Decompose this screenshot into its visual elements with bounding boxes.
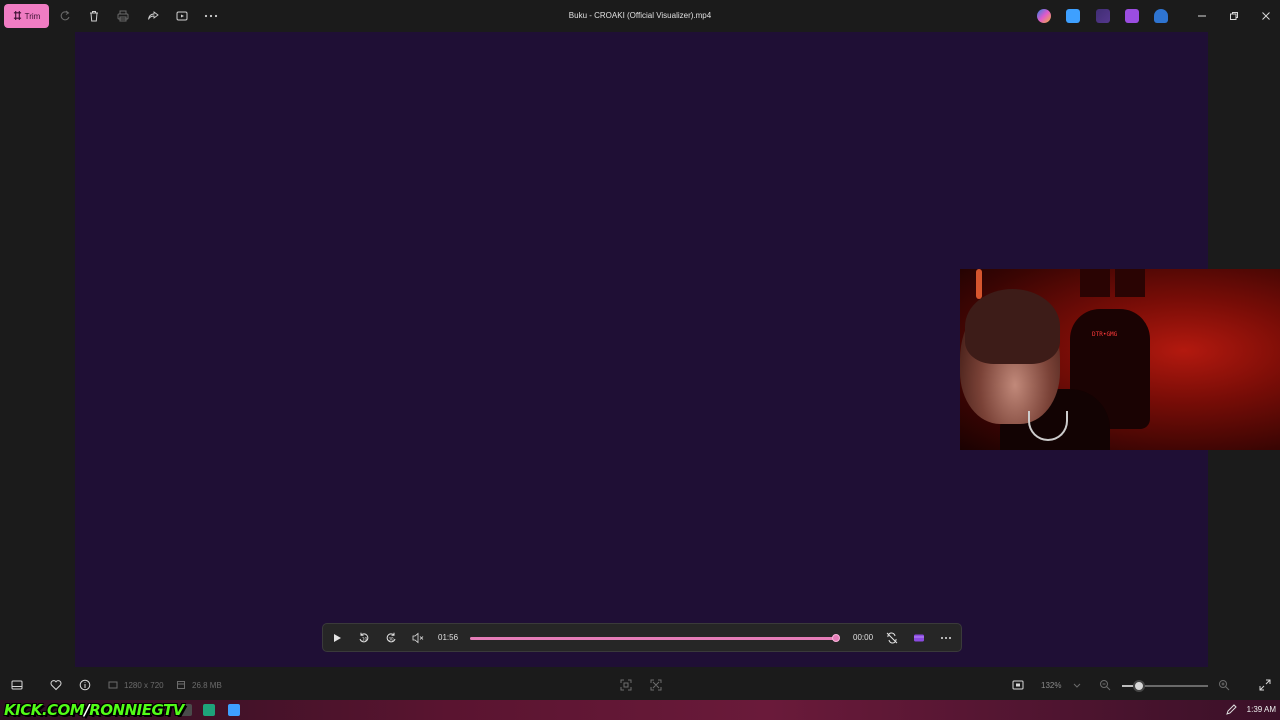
file-size: 26.8 MB (192, 681, 222, 690)
repeat-icon[interactable] (884, 630, 900, 646)
wall-poster (1115, 269, 1145, 297)
remaining-time: 00:00 (853, 633, 874, 642)
share-icon[interactable] (145, 8, 161, 24)
restore-icon[interactable] (1222, 6, 1246, 26)
taskbar-app-icon[interactable] (203, 704, 215, 716)
delete-icon[interactable] (86, 8, 102, 24)
expand-icon[interactable] (649, 678, 663, 692)
player-more-icon[interactable] (938, 630, 954, 646)
onedrive-icon[interactable] (1154, 9, 1168, 23)
favorite-icon[interactable] (49, 678, 63, 692)
zoom-slider-thumb[interactable] (1133, 680, 1146, 692)
fit-icon[interactable] (619, 678, 633, 692)
info-icon[interactable] (78, 678, 92, 692)
svg-text:10: 10 (362, 637, 368, 642)
image-dimensions: 1280 x 720 (124, 681, 164, 690)
photos-icon[interactable] (1066, 9, 1080, 23)
clipchamp-icon[interactable] (1096, 9, 1110, 23)
seek-thumb[interactable] (832, 634, 840, 642)
zoom-level[interactable]: 132% (1041, 681, 1061, 690)
close-icon[interactable] (1254, 6, 1278, 26)
taskbar-photos-icon[interactable] (228, 704, 240, 716)
copilot-icon[interactable] (1037, 9, 1051, 23)
more-icon[interactable] (203, 8, 219, 24)
status-bar: 1280 x 720 26.8 MB 132% (0, 673, 1280, 699)
chevron-down-icon[interactable] (1070, 678, 1084, 692)
webcam-overlay: DTR•GMG (960, 269, 1280, 450)
video-editor-icon[interactable] (1125, 9, 1139, 23)
mute-icon[interactable] (410, 630, 426, 646)
player-controls: 10 30 01:56 00:00 (322, 623, 962, 652)
trim-label: Trim (24, 11, 41, 21)
pen-icon[interactable] (1225, 704, 1237, 716)
window-title: Buku - CROAKI (Official Visualizer).mp4 (568, 11, 712, 20)
svg-text:30: 30 (389, 637, 395, 642)
seek-bar-progress (470, 637, 836, 640)
minimize-icon[interactable] (1190, 6, 1214, 26)
slideshow-icon[interactable] (174, 8, 190, 24)
chair-logo-text: DTR•GMG (1092, 331, 1118, 338)
title-bar: Trim Buku - CROAKI (Official Visualizer)… (0, 0, 1280, 32)
dimensions-icon (106, 678, 120, 692)
taskbar-clock[interactable]: 1:39 AM (1247, 705, 1276, 714)
trim-button[interactable]: Trim (4, 4, 49, 28)
kick-watermark: KICK.COM/RONNIEGTV (4, 701, 184, 719)
photos-app-window: Trim Buku - CROAKI (Official Visualizer)… (0, 0, 1280, 720)
zoom-slider[interactable] (1122, 680, 1208, 692)
rotate-icon[interactable] (57, 8, 73, 24)
print-icon[interactable] (115, 8, 131, 24)
fullscreen-icon[interactable] (1258, 678, 1272, 692)
file-size-icon (174, 678, 188, 692)
actual-size-icon[interactable] (1011, 678, 1025, 692)
play-button[interactable] (329, 630, 345, 646)
zoom-out-icon[interactable] (1098, 678, 1112, 692)
clipchamp-edit-icon[interactable] (911, 630, 927, 646)
taskbar: KICK.COM/RONNIEGTV 1:39 AM (0, 700, 1280, 720)
rewind-10-button[interactable]: 10 (356, 630, 372, 646)
zoom-in-icon[interactable] (1217, 678, 1231, 692)
forward-30-button[interactable]: 30 (383, 630, 399, 646)
filmstrip-icon[interactable] (10, 678, 24, 692)
streamer-hair (965, 289, 1060, 364)
seek-bar[interactable] (470, 634, 840, 642)
trim-icon (13, 10, 22, 22)
wall-poster (1080, 269, 1110, 297)
elapsed-time: 01:56 (438, 633, 459, 642)
lamp-light (976, 269, 982, 299)
